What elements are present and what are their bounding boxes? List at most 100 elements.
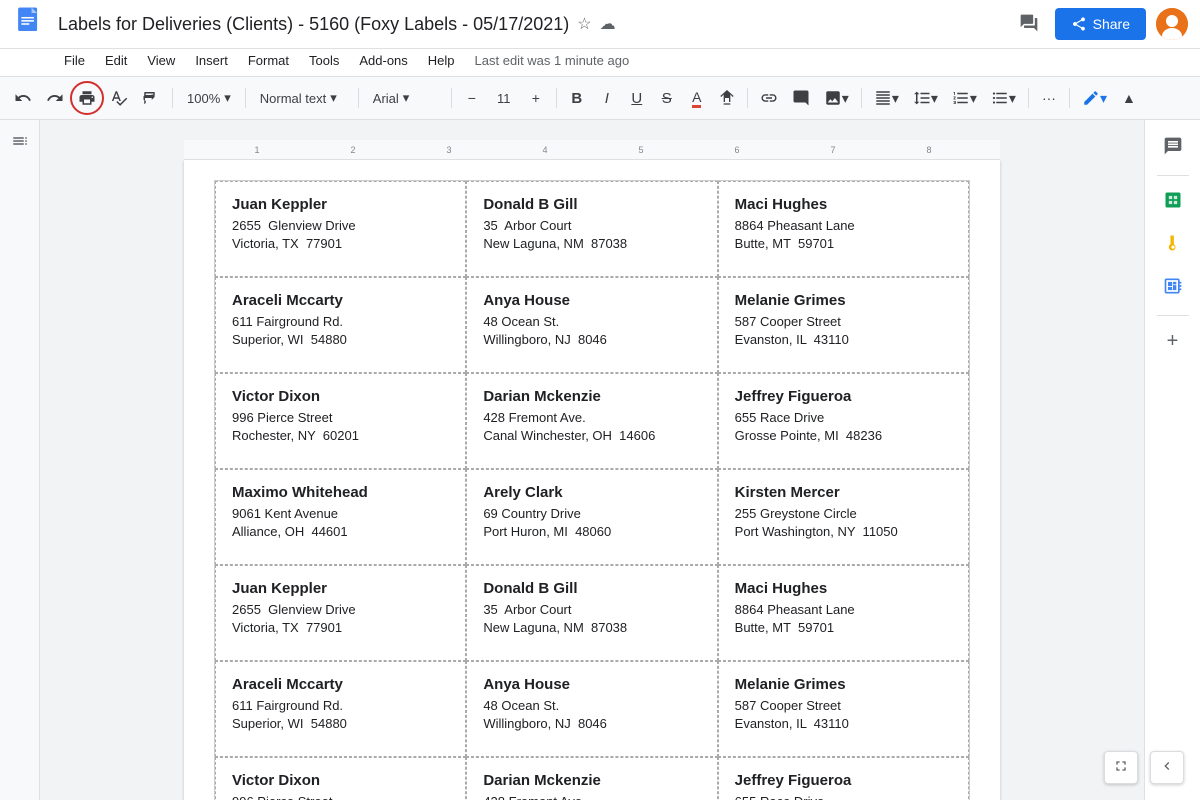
left-sidebar	[0, 120, 40, 800]
numbered-list-button[interactable]: ▾	[946, 84, 983, 112]
separator-4	[451, 88, 452, 108]
label-cell: Victor Dixon 996 Pierce Street Rochester,…	[215, 757, 466, 800]
text-color-button[interactable]: A	[683, 84, 711, 112]
bullet-list-button[interactable]: ▾	[985, 84, 1022, 112]
bold-button[interactable]: B	[563, 84, 591, 112]
share-label: Share	[1093, 16, 1130, 32]
label-name: Anya House	[483, 292, 700, 309]
separator-3	[358, 88, 359, 108]
style-dropdown[interactable]: Normal text ▾	[252, 84, 352, 112]
label-address: 35 Arbor Court New Laguna, NM 87038	[483, 217, 700, 253]
outline-icon[interactable]	[7, 128, 33, 159]
edit-mode-button[interactable]: ▾	[1076, 84, 1113, 112]
label-cell: Jeffrey Figueroa655 Race Drive Grosse Po…	[718, 757, 969, 800]
label-address: 35 Arbor Court New Laguna, NM 87038	[483, 601, 700, 637]
ruler: 1 2 3 4 5 6 7 8	[184, 140, 1000, 160]
last-edit-text: Last edit was 1 minute ago	[475, 53, 630, 68]
align-button[interactable]: ▾	[868, 84, 905, 112]
line-spacing-button[interactable]: ▾	[907, 84, 944, 112]
label-cell: Araceli Mccarty611 Fairground Rd. Superi…	[215, 277, 466, 373]
label-cell: Anya House48 Ocean St. Willingboro, NJ 8…	[466, 277, 717, 373]
collapse-panel-button[interactable]	[1150, 751, 1184, 784]
label-cell: Kirsten Mercer255 Greystone Circle Port …	[718, 469, 969, 565]
title-bar-right: Share	[1013, 7, 1188, 42]
label-address: 9061 Kent Avenue Alliance, OH 44601	[232, 505, 449, 541]
menu-insert[interactable]: Insert	[187, 49, 236, 72]
label-cell: Melanie Grimes587 Cooper Street Evanston…	[718, 661, 969, 757]
spellcheck-button[interactable]	[104, 84, 134, 112]
label-cell: Maci Hughes8864 Pheasant Lane Butte, MT …	[718, 181, 969, 277]
label-address: 655 Race Drive Grosse Pointe, MI 48236	[735, 793, 952, 800]
comment-button[interactable]	[786, 84, 816, 112]
menu-edit[interactable]: Edit	[97, 49, 135, 72]
label-address: 996 Pierce Street Rochester, NY 60201	[232, 793, 449, 800]
redo-button[interactable]	[40, 84, 70, 112]
print-button[interactable]	[72, 84, 102, 112]
zoom-dropdown[interactable]: 100% ▾	[179, 84, 239, 112]
title-bar: Labels for Deliveries (Clients) - 5160 (…	[0, 0, 1200, 49]
separator-8	[1028, 88, 1029, 108]
tasks-panel-icon[interactable]	[1155, 268, 1191, 309]
doc-title-text: Labels for Deliveries (Clients) - 5160 (…	[58, 14, 569, 35]
panel-divider-2	[1157, 315, 1189, 316]
font-size-decrease-button[interactable]: −	[458, 84, 486, 112]
label-cell: Maximo Whitehead 9061 Kent Avenue Allianc…	[215, 469, 466, 565]
star-icon[interactable]: ☆	[577, 14, 591, 34]
menu-view[interactable]: View	[139, 49, 183, 72]
separator-5	[556, 88, 557, 108]
add-panel-button[interactable]: +	[1159, 322, 1187, 361]
highlight-button[interactable]	[713, 84, 741, 112]
share-button[interactable]: Share	[1055, 8, 1146, 40]
font-dropdown[interactable]: Arial ▾	[365, 84, 445, 112]
separator-6	[747, 88, 748, 108]
label-cell: Arely Clark 69 Country Drive Port Huron, …	[466, 469, 717, 565]
label-name: Maximo Whitehead	[232, 484, 449, 501]
chat-panel-icon[interactable]	[1155, 128, 1191, 169]
keep-panel-icon[interactable]	[1155, 225, 1191, 266]
menu-format[interactable]: Format	[240, 49, 297, 72]
label-name: Donald B Gill	[483, 196, 700, 213]
separator-7	[861, 88, 862, 108]
label-cell: Juan Keppler2655 Glenview Drive Victoria…	[215, 181, 466, 277]
font-size-increase-button[interactable]: +	[522, 84, 550, 112]
label-cell: Victor Dixon996 Pierce Street Rochester,…	[215, 373, 466, 469]
user-avatar[interactable]	[1156, 8, 1188, 40]
label-cell: Darian Mckenzie428 Fremont Ave. Canal Wi…	[466, 373, 717, 469]
label-address: 611 Fairground Rd. Superior, WI 54880	[232, 697, 449, 733]
label-cell: Anya House48 Ocean St. Willingboro, NJ 8…	[466, 661, 717, 757]
label-address: 2655 Glenview Drive Victoria, TX 77901	[232, 217, 449, 253]
label-name: Arely Clark	[483, 484, 700, 501]
menu-file[interactable]: File	[56, 49, 93, 72]
toolbar: 100% ▾ Normal text ▾ Arial ▾ − + B I U S…	[0, 76, 1200, 120]
label-cell: Maci Hughes8864 Pheasant Lane Butte, MT …	[718, 565, 969, 661]
right-panel: +	[1144, 120, 1200, 800]
font-value: Arial	[373, 91, 399, 106]
menu-help[interactable]: Help	[420, 49, 463, 72]
cloud-icon[interactable]: ☁	[600, 14, 616, 34]
comments-button[interactable]	[1013, 7, 1045, 42]
label-address: 8864 Pheasant Lane Butte, MT 59701	[735, 217, 952, 253]
menu-tools[interactable]: Tools	[301, 49, 347, 72]
label-name: Darian Mckenzie	[483, 388, 700, 405]
link-button[interactable]	[754, 84, 784, 112]
label-cell: Jeffrey Figueroa655 Race Drive Grosse Po…	[718, 373, 969, 469]
doc-area[interactable]: 1 2 3 4 5 6 7 8 Juan Keppler2655 Glenvie…	[40, 120, 1144, 800]
doc-title: Labels for Deliveries (Clients) - 5160 (…	[58, 14, 1013, 35]
underline-button[interactable]: U	[623, 84, 651, 112]
expand-toolbar-button[interactable]: ▲	[1115, 84, 1143, 112]
strikethrough-button[interactable]: S	[653, 84, 681, 112]
style-value: Normal text	[260, 91, 326, 106]
expand-view-button[interactable]	[1104, 751, 1138, 784]
paint-format-button[interactable]	[136, 84, 166, 112]
more-button[interactable]: ···	[1035, 84, 1063, 112]
label-name: Victor Dixon	[232, 772, 449, 789]
menu-addons[interactable]: Add-ons	[351, 49, 415, 72]
image-button[interactable]: ▾	[818, 84, 855, 112]
separator-1	[172, 88, 173, 108]
italic-button[interactable]: I	[593, 84, 621, 112]
collapse-button-wrapper	[1150, 751, 1184, 784]
label-address: 69 Country Drive Port Huron, MI 48060	[483, 505, 700, 541]
font-size-input[interactable]	[488, 87, 520, 110]
undo-button[interactable]	[8, 84, 38, 112]
sheets-panel-icon[interactable]	[1155, 182, 1191, 223]
